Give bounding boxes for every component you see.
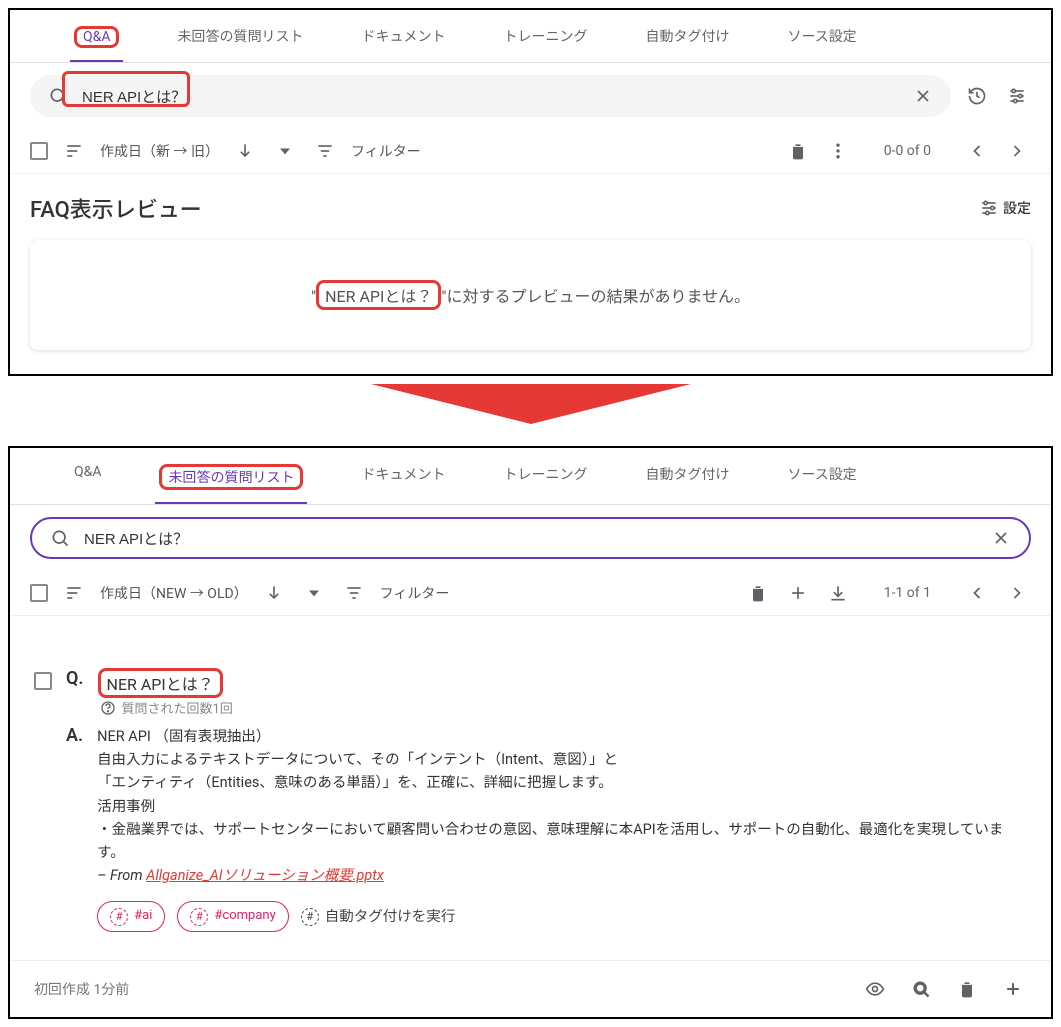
help-icon: [100, 700, 116, 716]
preview-suffix: "に対するプレビューの結果がありません。: [441, 287, 750, 306]
asked-count: 質問された回数1回: [122, 698, 233, 717]
tag-company[interactable]: # #company: [177, 901, 288, 932]
tune-icon[interactable]: [1003, 82, 1031, 110]
search-icon: [46, 524, 74, 552]
add-icon[interactable]: [784, 579, 812, 607]
result-item: Q. NER APIとは？ 質問された回数1回 A. NER API （固有表現…: [10, 646, 1051, 961]
tag-ai[interactable]: # #ai: [97, 901, 165, 932]
delete-icon[interactable]: [784, 137, 812, 165]
down-arrow-icon: [371, 384, 691, 424]
prev-page-icon[interactable]: [963, 137, 991, 165]
search-icon: [44, 82, 72, 110]
tab-unanswered-b[interactable]: 未回答の質問リスト: [155, 458, 307, 504]
answer-line: NER API （固有表現抽出）: [97, 725, 1027, 748]
tab-unanswered-label: 未回答の質問リスト: [159, 464, 303, 490]
tag-text: #company: [214, 906, 275, 927]
bottom-toolbar: 作成日（NEW → OLD） フィルター 1-1 of 1: [10, 571, 1051, 616]
next-page-icon[interactable]: [1003, 579, 1031, 607]
autotag-label: 自動タグ付けを実行: [325, 905, 456, 928]
filter-icon[interactable]: [311, 137, 339, 165]
q-label: Q.: [66, 668, 84, 717]
bottom-search-input[interactable]: [84, 530, 977, 547]
tag-row: # #ai # #company # 自動タグ付けを実行: [97, 901, 1027, 932]
filter-icon[interactable]: [340, 579, 368, 607]
tag-text: #ai: [134, 906, 152, 927]
tab-autotag[interactable]: 自動タグ付け: [641, 20, 733, 62]
source-link[interactable]: Allganize_AIソリューション概要.pptx: [146, 867, 384, 884]
next-page-icon[interactable]: [1003, 137, 1031, 165]
eye-icon[interactable]: [861, 975, 889, 1003]
prev-page-icon[interactable]: [963, 579, 991, 607]
select-all-checkbox[interactable]: [30, 584, 48, 602]
sort-direction-icon[interactable]: [260, 579, 288, 607]
top-panel: Q&A 未回答の質問リスト ドキュメント トレーニング 自動タグ付け ソース設定…: [8, 8, 1053, 376]
bottom-searchbox[interactable]: [30, 517, 1031, 559]
answer-body: NER API （固有表現抽出） 自由入力によるテキストデータについて、その「イ…: [97, 725, 1027, 932]
pager-text: 1-1 of 1: [884, 585, 931, 601]
hash-icon: #: [110, 908, 128, 926]
a-label: A.: [66, 725, 83, 932]
sort-label[interactable]: 作成日（新 → 旧）: [100, 141, 219, 161]
tab-autotag-b[interactable]: 自動タグ付け: [641, 458, 733, 504]
review-title-row: FAQ表示レビュー 設定: [10, 174, 1051, 228]
answer-line: 活用事例: [97, 795, 1027, 818]
sort-dropdown-icon[interactable]: [271, 137, 299, 165]
answer-line: 「エンティティ（Entities、意味のある単語）」を、正確に、詳細に把握します…: [97, 771, 1027, 794]
bottom-search-row: [10, 505, 1051, 571]
created-label: 初回作成 1分前: [34, 979, 129, 999]
sort-dropdown-icon[interactable]: [300, 579, 328, 607]
tab-qa-label: Q&A: [74, 26, 119, 48]
clear-icon[interactable]: [987, 524, 1015, 552]
tab-unanswered[interactable]: 未回答の質問リスト: [173, 20, 307, 62]
sort-label[interactable]: 作成日（NEW → OLD）: [100, 583, 248, 603]
tab-source[interactable]: ソース設定: [783, 20, 860, 62]
filter-label[interactable]: フィルター: [380, 583, 450, 603]
settings-tune-icon[interactable]: [975, 194, 1003, 222]
question-text: NER APIとは？: [98, 668, 223, 698]
top-searchbox[interactable]: [30, 75, 951, 117]
tab-training-b[interactable]: トレーニング: [499, 458, 591, 504]
tab-document[interactable]: ドキュメント: [357, 20, 449, 62]
top-search-row: [10, 63, 1051, 129]
download-icon[interactable]: [824, 579, 852, 607]
pager-text: 0-0 of 0: [884, 143, 931, 159]
answer-line: ・金融業界では、サポートセンターにおいて顧客問い合わせの意図、意味理解に本API…: [97, 818, 1027, 864]
clear-icon[interactable]: [909, 82, 937, 110]
add-icon[interactable]: [999, 975, 1027, 1003]
sort-icon[interactable]: [60, 137, 88, 165]
sort-direction-icon[interactable]: [231, 137, 259, 165]
delete-icon[interactable]: [744, 579, 772, 607]
result-footer: 初回作成 1分前: [10, 961, 1051, 1017]
tab-source-b[interactable]: ソース設定: [783, 458, 860, 504]
top-toolbar: 作成日（新 → 旧） フィルター 0-0 of 0: [10, 129, 1051, 174]
hash-icon: #: [301, 908, 319, 926]
preview-empty-card: "NER APIとは？"に対するプレビューの結果がありません。: [30, 240, 1031, 350]
history-icon[interactable]: [963, 82, 991, 110]
delete-icon[interactable]: [953, 975, 981, 1003]
tab-training[interactable]: トレーニング: [499, 20, 591, 62]
bottom-panel: Q&A 未回答の質問リスト ドキュメント トレーニング 自動タグ付け ソース設定…: [8, 446, 1053, 1019]
top-search-input[interactable]: [82, 88, 899, 105]
search-result-icon[interactable]: [907, 975, 935, 1003]
preview-query: NER APIとは？: [316, 280, 441, 310]
tab-document-b[interactable]: ドキュメント: [357, 458, 449, 504]
result-checkbox[interactable]: [34, 672, 52, 690]
tab-qa[interactable]: Q&A: [70, 20, 123, 62]
more-icon[interactable]: [824, 137, 852, 165]
hash-icon: #: [190, 908, 208, 926]
answer-line: 自由入力によるテキストデータについて、その「インテント（Intent、意図）」と: [97, 748, 1027, 771]
from-prefix: – From: [97, 867, 146, 884]
top-tabs: Q&A 未回答の質問リスト ドキュメント トレーニング 自動タグ付け ソース設定: [10, 10, 1051, 63]
run-autotag[interactable]: # 自動タグ付けを実行: [301, 905, 456, 928]
tab-qa-b[interactable]: Q&A: [70, 458, 105, 504]
filter-label[interactable]: フィルター: [351, 141, 421, 161]
review-title: FAQ表示レビュー: [30, 192, 202, 224]
bottom-tabs: Q&A 未回答の質問リスト ドキュメント トレーニング 自動タグ付け ソース設定: [10, 448, 1051, 505]
transition-arrow: [8, 376, 1053, 446]
settings-label[interactable]: 設定: [1003, 198, 1031, 218]
select-all-checkbox[interactable]: [30, 142, 48, 160]
sort-icon[interactable]: [60, 579, 88, 607]
